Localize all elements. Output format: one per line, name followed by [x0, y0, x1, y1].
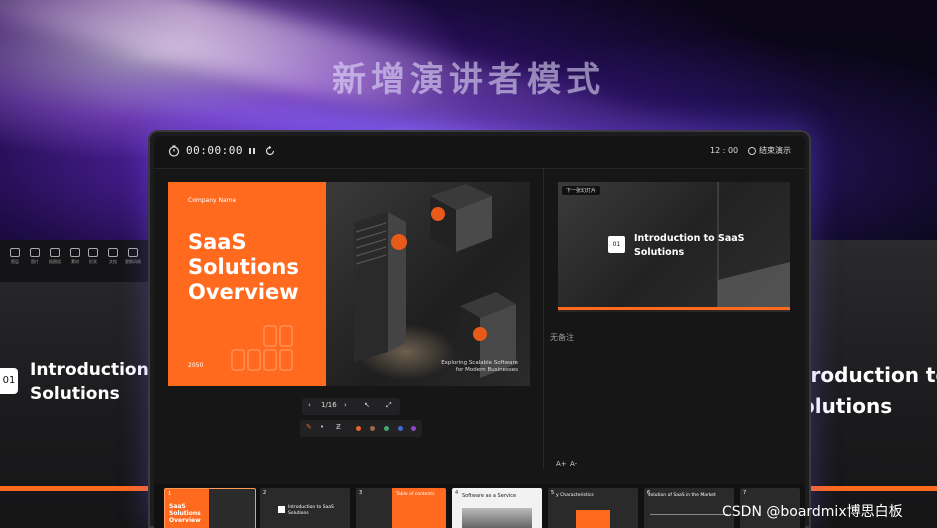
slide-year: 2050 — [188, 362, 204, 369]
toolbar-item[interactable]: 文档 — [104, 248, 122, 265]
toolbar-item[interactable]: 图层 — [6, 248, 24, 265]
slide-photo: Exploring Scalable Software for Modern B… — [326, 182, 530, 386]
clock: 12 : 00 — [710, 146, 739, 155]
slide-3d-illustration — [354, 184, 516, 378]
color-swatch[interactable] — [384, 426, 389, 431]
slide-title: SaaS Solutions Overview — [188, 230, 299, 304]
decorative-outline — [231, 325, 293, 371]
slide-number-badge: 01 — [608, 236, 625, 253]
chevron-left-icon[interactable]: ‹ — [308, 401, 311, 409]
color-swatch[interactable] — [356, 426, 361, 431]
decrease-font-button[interactable]: A- — [570, 460, 577, 468]
reset-icon[interactable] — [264, 145, 276, 157]
slide-number-badge: 01 — [0, 368, 18, 394]
toolbar-item[interactable]: 形状 — [84, 248, 102, 265]
color-swatch[interactable] — [398, 426, 403, 431]
slide-thumbnails: 1 SaaS Solutions Overview 2 Introduction… — [154, 484, 805, 528]
expand-icon[interactable]: ⤢ — [386, 401, 392, 410]
slide-subtitle: Exploring Scalable Software for Modern B… — [441, 360, 518, 373]
side-panel-left: 图层 图片 插图组 素材 形状 文档 更换风格 01 Introduction … — [0, 240, 174, 528]
end-presentation-button[interactable]: 结束演示 — [748, 145, 791, 156]
accent-stripe — [0, 486, 160, 491]
pointer-icon[interactable]: ↖ — [364, 401, 370, 409]
side-panel-right: troduction to olutions — [795, 240, 937, 528]
thumbnail-item[interactable]: 4 Software as a Service — [452, 488, 542, 528]
next-slide-label: 下一张幻灯片 — [562, 186, 601, 195]
color-swatch[interactable] — [370, 426, 375, 431]
accent-stripe — [795, 486, 937, 491]
speaker-notes: 无备注 — [550, 333, 574, 342]
side-slide-title: troduction to olutions — [801, 363, 937, 418]
thumbnail-item[interactable]: 2 Introduction to SaaS Solutions — [260, 488, 350, 528]
slide-navigation: ‹ 1/16 › ↖ ⤢ — [302, 398, 400, 415]
thumbnail-item[interactable]: 3 Table of contents — [356, 488, 446, 528]
eraser-icon[interactable]: Ƶ — [336, 423, 341, 431]
increase-font-button[interactable]: A+ — [556, 460, 567, 468]
elapsed-timer: 00:00:00 — [186, 144, 243, 157]
current-slide: Company Name SaaS Solutions Overview 205… — [168, 182, 530, 386]
slide-orange-panel: Company Name SaaS Solutions Overview 205… — [168, 182, 326, 386]
pane-divider — [543, 168, 544, 468]
toolbar-item[interactable]: 插图组 — [46, 248, 64, 265]
toolbar-item[interactable]: 素材 — [66, 248, 84, 265]
chevron-right-icon[interactable]: › — [344, 401, 347, 409]
presenter-topbar: 00:00:00 12 : 00 结束演示 — [154, 136, 805, 169]
annotation-toolbar: ✎ • Ƶ — [300, 420, 422, 437]
thumbnail-item[interactable]: 1 SaaS Solutions Overview — [164, 488, 256, 528]
next-slide-preview[interactable]: 下一张幻灯片 01 Introduction to SaaS Solutions — [558, 182, 790, 312]
presenter-window: 00:00:00 12 : 00 结束演示 Company Name SaaS … — [148, 130, 811, 528]
pen-icon[interactable]: ✎ — [306, 423, 312, 431]
dot-tool-icon[interactable]: • — [320, 423, 324, 431]
page-headline: 新增演讲者模式 — [332, 60, 605, 100]
stop-icon — [748, 146, 756, 155]
pause-icon[interactable] — [246, 145, 258, 157]
timer-icon[interactable] — [168, 145, 180, 157]
page-indicator: 1/16 — [321, 401, 337, 409]
accent-stripe — [558, 307, 790, 310]
thumbnail-item[interactable]: 5 y Characteristics — [548, 488, 638, 528]
toolbar-item[interactable]: 图片 — [26, 248, 44, 265]
color-swatch[interactable] — [411, 426, 416, 431]
thumbnail-item[interactable]: 6 volution of SaaS in the Market — [644, 488, 734, 528]
next-slide-title: Introduction to SaaS Solutions — [634, 233, 745, 258]
company-name: Company Name — [188, 197, 237, 204]
editor-toolbar: 图层 图片 插图组 素材 形状 文档 更换风格 — [0, 240, 160, 282]
watermark: CSDN @boardmix博思白板 — [722, 504, 903, 520]
presenter-screen: 00:00:00 12 : 00 结束演示 Company Name SaaS … — [154, 136, 805, 528]
toolbar-item[interactable]: 更换风格 — [124, 248, 142, 265]
